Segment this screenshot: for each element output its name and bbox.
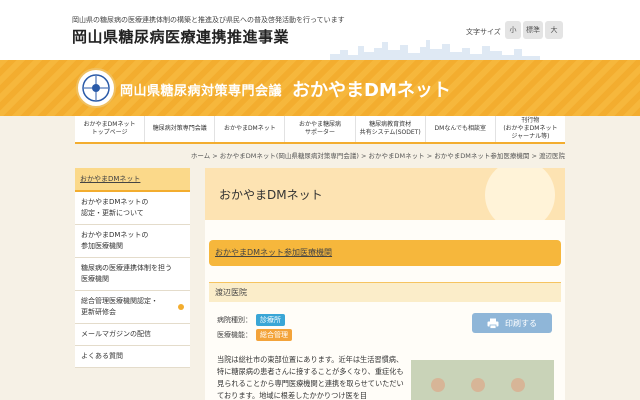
nav-item-consultation[interactable]: DMなんでも相談室 [424, 116, 495, 142]
nav-item-label: 糖尿病対策専門会議 [152, 125, 207, 132]
global-nav: おかやまDMネット トップページ 糖尿病対策専門会議 おかやまDMネット おかや… [75, 116, 565, 144]
nav-item-publications[interactable]: 刊行物 (おかやまDMネット ジャーナル等) [494, 116, 565, 142]
sidebar-item-label: おかやまDMネットの 認定・更新について [81, 198, 149, 217]
main-content: おかやまDMネット おかやまDMネット参加医療機関 渡辺医院 病院種別： 診療所… [205, 168, 565, 400]
font-size-small-button[interactable]: 小 [505, 21, 521, 39]
sidebar-heading[interactable]: おかやまDMネット [75, 168, 190, 192]
sidebar-item-label: 総合管理医療機関認定・ 更新研修会 [81, 297, 158, 316]
photo-person [471, 378, 485, 392]
breadcrumb-separator: > [426, 152, 433, 160]
banner-brand-name[interactable]: おかやまDMネット [292, 76, 451, 102]
city-skyline-illustration [330, 40, 540, 60]
clinic-function-label: 医療機能： [217, 331, 252, 339]
clinic-type-badge: 診療所 [256, 314, 285, 326]
clinic-description: 当院は総社市の東部位置にあります。近年は生活習慣病、特に糖尿病の患者さんに接する… [217, 355, 404, 400]
banner-org-name: 岡山県糖尿病対策専門会議 [120, 84, 283, 99]
sidebar-item-label: よくある質問 [81, 352, 123, 360]
font-size-large-button[interactable]: 大 [545, 21, 563, 39]
clinic-type-row: 病院種別： 診療所 [217, 314, 285, 326]
breadcrumb-current: 渡辺医院 [539, 152, 565, 160]
sidebar-item-training[interactable]: 総合管理医療機関認定・ 更新研修会 [75, 291, 190, 324]
sidebar-item-label: 糖尿病の医療連携体制を担う 医療機関 [81, 264, 172, 283]
nav-item-label: おかやまDMネット [223, 125, 276, 132]
font-size-label: 文字サイズ [466, 28, 501, 36]
sidebar-item-certification[interactable]: おかやまDMネットの 認定・更新について [75, 192, 190, 225]
photo-person [431, 378, 445, 392]
site-header: 岡山県の糖尿病の医療連携体制の構築と推進及び県民への普及啓発活動を行っています … [0, 0, 640, 60]
photo-person [511, 378, 525, 392]
breadcrumb-council[interactable]: おかやまDMネット(岡山県糖尿病対策専門会議) [220, 152, 359, 160]
nav-item-supporter[interactable]: おかやま糖尿病 サポーター [284, 116, 354, 142]
nav-item-label: おかやま糖尿病 サポーター [298, 121, 341, 136]
breadcrumb-separator: > [361, 152, 367, 160]
nav-item-label: 刊行物 (おかやまDMネット ジャーナル等) [503, 117, 558, 140]
breadcrumb-separator: > [212, 152, 218, 160]
print-button-label: 印刷する [505, 318, 537, 328]
breadcrumb-participants[interactable]: おかやまDMネット参加医療機関 [434, 152, 529, 160]
expand-dot-icon [178, 304, 184, 310]
site-tagline: 岡山県の糖尿病の医療連携体制の構築と推進及び県民への普及啓発活動を行っています [72, 16, 345, 24]
breadcrumb-home[interactable]: ホーム [191, 152, 210, 160]
page-heading-box: おかやまDMネット [205, 168, 565, 220]
font-size-medium-button[interactable]: 標準 [523, 21, 543, 39]
nav-item-dm-net[interactable]: おかやまDMネット [214, 116, 284, 142]
clinic-type-label: 病院種別： [217, 316, 252, 324]
clinic-staff-photo [411, 360, 554, 400]
print-button[interactable]: 印刷する [472, 313, 552, 333]
breadcrumb-separator: > [531, 152, 537, 160]
sidebar-item-newsletter[interactable]: メールマガジンの配信 [75, 324, 190, 346]
sidebar-item-label: おかやまDMネットの 参加医療機関 [81, 231, 149, 250]
nav-item-label: おかやまDMネット トップページ [83, 121, 136, 136]
page-title: おかやまDMネット [219, 188, 323, 202]
logo-mark-icon [82, 74, 110, 102]
sidebar-item-faq[interactable]: よくある質問 [75, 346, 190, 368]
clinic-name: 渡辺医院 [209, 282, 561, 302]
sidebar-item-label: メールマガジンの配信 [81, 330, 151, 338]
nav-item-label: DMなんでも相談室 [434, 125, 487, 132]
breadcrumb: ホーム > おかやまDMネット(岡山県糖尿病対策専門会議) > おかやまDMネッ… [75, 150, 565, 160]
sidebar-item-participants[interactable]: おかやまDMネットの 参加医療機関 [75, 225, 190, 258]
dm-net-logo-icon[interactable] [76, 68, 116, 108]
sidebar-item-medical-cooperation[interactable]: 糖尿病の医療連携体制を担う 医療機関 [75, 258, 190, 291]
site-title[interactable]: 岡山県糖尿病医療連携推進事業 [72, 26, 289, 47]
nav-item-sodet[interactable]: 糖尿病教育資材 共有システム(SODET) [354, 116, 425, 142]
sidebar: おかやまDMネット おかやまDMネットの 認定・更新について おかやまDMネット… [75, 168, 190, 368]
printer-icon [487, 318, 499, 329]
decorative-circle-icon [485, 168, 555, 220]
clinic-function-badge: 総合管理 [256, 329, 292, 341]
section-title-link[interactable]: おかやまDMネット参加医療機関 [209, 240, 561, 266]
nav-item-council[interactable]: 糖尿病対策専門会議 [144, 116, 214, 142]
nav-item-label: 糖尿病教育資材 共有システム(SODET) [359, 121, 421, 136]
nav-item-top[interactable]: おかやまDMネット トップページ [75, 116, 144, 142]
breadcrumb-dm-net[interactable]: おかやまDMネット [369, 152, 425, 160]
clinic-function-row: 医療機能： 総合管理 [217, 329, 292, 341]
